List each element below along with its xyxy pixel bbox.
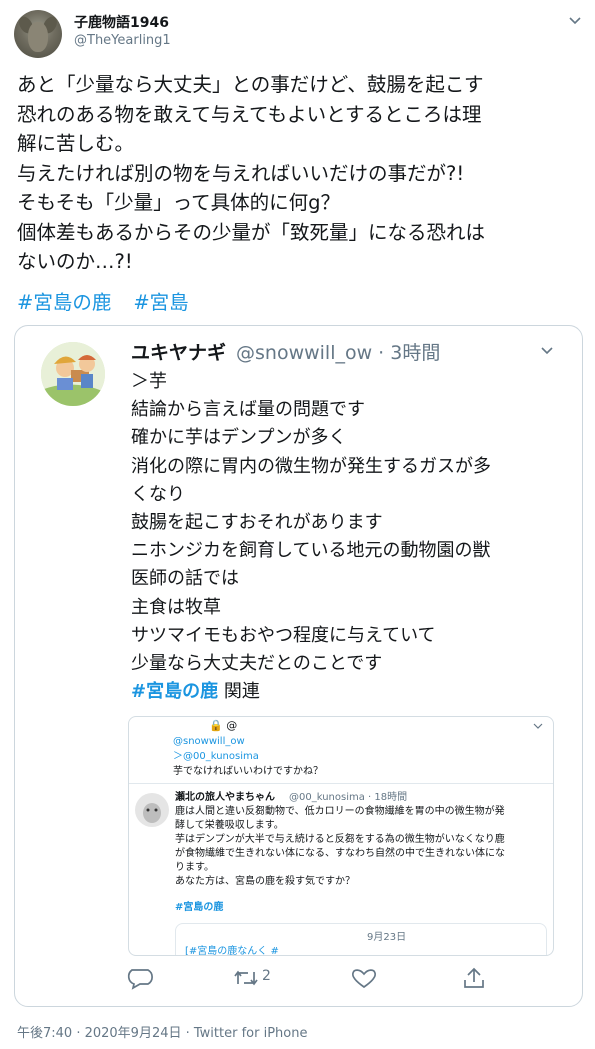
tweet-line: あと「少量なら大丈夫」との事だけど、鼓腸を起こす [17, 73, 484, 96]
quoted-name[interactable]: ユキヤナギ [131, 338, 226, 365]
tweet-line: 個体差もあるからその少量が「致死量」になる恐れは [17, 220, 486, 244]
tweet-line: そもそも「少量」って具体的に何g？ [17, 191, 341, 214]
embedded-screenshot[interactable]: 🔒 @ @snowwill_ow ＞@00_kunosima 芋でなければいいわ… [128, 716, 554, 956]
inner-mention-2: ＞@00_kunosima [173, 751, 259, 762]
inner-reply-line: が食物繊維で生きれない体になる、すなわち自然の中で生きれない体にな [175, 848, 505, 859]
inner-reply-name: 瀬北の旅人やまちゃん [175, 792, 275, 803]
quoted-hashtag[interactable]: #宮島の鹿 [131, 681, 218, 702]
quoted-handle-time[interactable]: @snowwill_ow · 3時間 [236, 338, 440, 365]
share-icon[interactable] [454, 966, 494, 990]
chevron-down-icon [533, 723, 543, 729]
chevron-down-icon[interactable] [540, 344, 554, 358]
quoted-text: ＞芋 結論から言えば量の問題です 確かに芋はデンプンが多く 消化の際に胃内の微生… [131, 368, 491, 706]
quoted-line: サツマイモもおやつ程度に与えていて [131, 624, 436, 646]
inner-reply-line: 鹿は人間と違い反芻動物で、低カロリーの食物繊維を胃の中の微生物が発 [175, 806, 505, 817]
tweet-line: 解に苦しむ。 [17, 132, 135, 155]
quoted-line: 医師の話では [131, 568, 239, 590]
chevron-down-icon[interactable] [568, 14, 582, 28]
retweet-icon[interactable] [232, 966, 260, 990]
author-name[interactable]: 子鹿物語1946 [74, 12, 169, 32]
inner-mention-1: @snowwill_ow [173, 736, 245, 747]
retweet-count: 2 [262, 968, 271, 984]
inner-reply-line: あなた方は、宮島の鹿を殺す気ですか？ [175, 876, 355, 887]
reply-icon[interactable] [122, 966, 162, 990]
inner-reply-handle: @00_kunosima · 18時間 [289, 792, 408, 803]
inner-reply-line: 酵して栄養吸収します。 [175, 820, 284, 831]
quoted-line: ニホンジカを飼育している地元の動物園の獣 [131, 540, 491, 562]
inner-reply-line: 芋はデンプンが大半で与え続けると反芻をする為の微生物がいなくなり鹿 [175, 834, 505, 845]
tweet-line: ないのか…?! [17, 250, 133, 273]
tweet-line: 恐れのある物を敢えて与えてもよいとするところは理 [17, 102, 482, 126]
quoted-hashtag-suffix: 関連 [218, 681, 260, 703]
quoted-line: 鼓腸を起こすおそれがあります [131, 512, 383, 534]
hashtags: #宮島の鹿 #宮島 [17, 286, 211, 315]
quoted-line: くなり [131, 483, 185, 505]
quoted-line: ＞芋 [131, 371, 167, 392]
inner-text: 芋でなければいいわけですかね？ [173, 766, 323, 777]
author-avatar[interactable] [14, 10, 62, 58]
quoted-line: 消化の際に胃内の微生物が発生するガスが多 [131, 455, 491, 477]
tweet-line: 与えたければ別の物を与えればいいだけの事だが?! [17, 161, 465, 185]
author-handle[interactable]: @TheYearling1 [74, 33, 171, 48]
tweet-meta[interactable]: 午後7:40 · 2020年9月24日 · Twitter for iPhone [17, 1022, 307, 1041]
hashtag-link[interactable]: #宮島の鹿 [17, 291, 111, 314]
tweet-text: あと「少量なら大丈夫」との事だけど、鼓腸を起こす 恐れのある物を敢えて与えてもよ… [17, 70, 577, 277]
inner-cut-line: [#宮島の鹿なんく # [185, 946, 279, 956]
quoted-line: 確かに芋はデンプンが多く [131, 427, 347, 449]
inner-date: 9月23日 [367, 932, 407, 943]
quoted-line: 主食は牧草 [131, 596, 221, 618]
quoted-line: 結論から言えば量の問題です [131, 399, 365, 421]
hashtag-link[interactable]: #宮島 [133, 291, 188, 314]
lock-icon: 🔒 @ [209, 719, 238, 732]
like-icon[interactable] [344, 966, 384, 990]
inner-reply-text: 鹿は人間と違い反芻動物で、低カロリーの食物繊維を胃の中の微生物が発 酵して栄養吸… [175, 805, 505, 889]
quoted-avatar[interactable] [41, 342, 105, 406]
inner-reply-avatar [135, 793, 169, 827]
quoted-line: 少量なら大丈夫だとのことです [131, 653, 383, 675]
inner-reply-line: ります。 [175, 862, 214, 873]
inner-reply-hashtag: #宮島の鹿 [175, 902, 224, 913]
